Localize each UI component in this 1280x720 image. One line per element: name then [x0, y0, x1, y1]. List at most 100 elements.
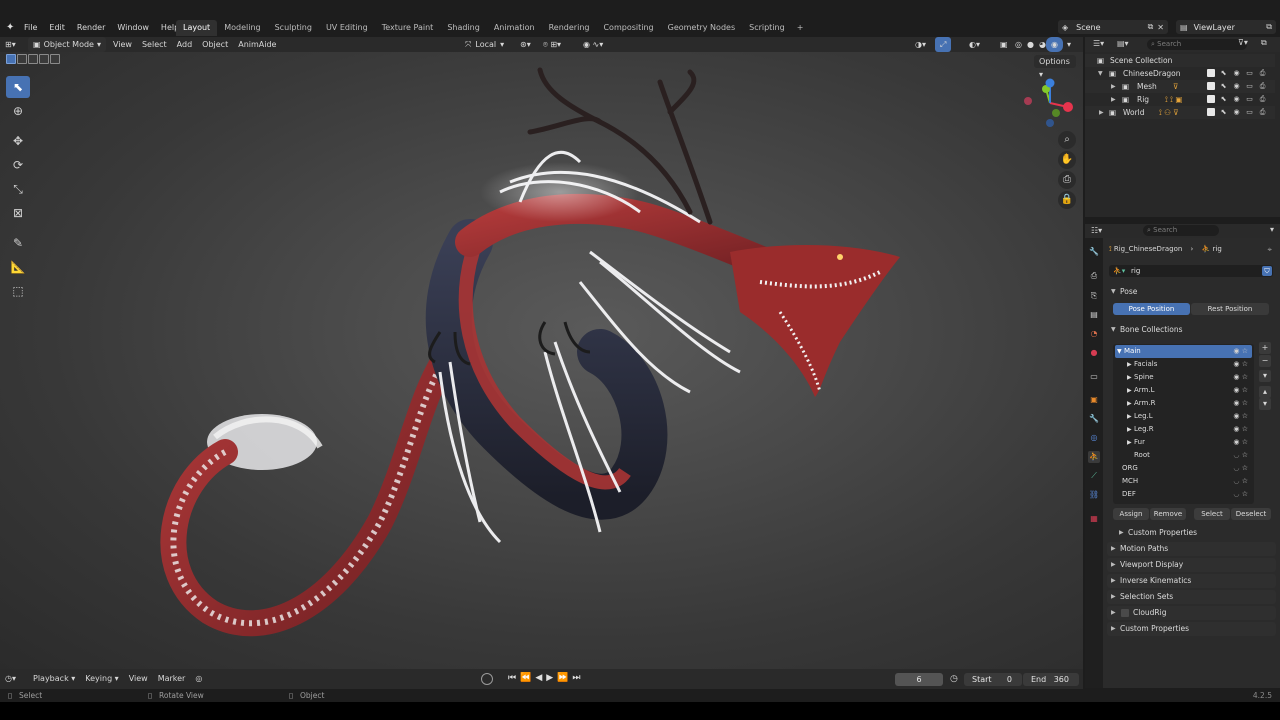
camera-icon[interactable]: ⎙ — [1058, 171, 1076, 189]
gizmo-x-axis[interactable] — [1063, 102, 1073, 112]
outliner-row-mesh[interactable]: ▶ ▣ Mesh ⊽ ⬉ ◉ ▭ ⎙ — [1085, 80, 1275, 93]
menu-edit[interactable]: Edit — [43, 20, 71, 36]
scene-tab-icon[interactable]: ◔ — [1088, 328, 1100, 340]
rest-position-button[interactable]: Rest Position — [1191, 303, 1269, 315]
remove-bone-collection-button[interactable]: − — [1259, 355, 1271, 367]
menu-marker[interactable]: Marker — [153, 669, 191, 689]
transform-tool-icon[interactable]: ⊠ — [6, 202, 30, 224]
chevron-right-icon[interactable]: ▶ — [1111, 80, 1116, 93]
play-reverse-icon[interactable]: ◀ — [535, 673, 542, 683]
select-invert-mode-icon[interactable] — [39, 54, 49, 64]
world-tab-icon[interactable]: ● — [1088, 347, 1100, 359]
fake-user-shield-icon[interactable]: ⛉ — [1262, 266, 1272, 276]
monitor-icon[interactable]: ▭ — [1245, 95, 1254, 103]
select-arrow-icon[interactable]: ⬉ — [1219, 108, 1228, 116]
eye-closed-icon[interactable]: ◡ — [1233, 490, 1239, 498]
jump-start-icon[interactable]: ⏮ — [508, 673, 516, 683]
eye-icon[interactable]: ◉ — [1233, 373, 1239, 381]
proportional-edit-icon[interactable]: ◉ ∿▾ — [578, 37, 608, 52]
filter-icon[interactable]: ⊽▾ — [1238, 38, 1248, 47]
armature-data-selector[interactable]: ⛹▾ rig ⛉ — [1109, 265, 1273, 277]
menu-object[interactable]: Object — [197, 37, 233, 52]
physics-tab-icon[interactable]: ◎ — [1088, 432, 1100, 444]
collection-tab-icon[interactable]: ▭ — [1088, 371, 1100, 383]
star-icon[interactable]: ☆ — [1242, 438, 1248, 446]
menu-playback[interactable]: Playback ▾ — [28, 669, 80, 689]
add-bone-collection-button[interactable]: + — [1259, 342, 1271, 354]
display-mode-icon[interactable]: ▤▾ — [1117, 39, 1129, 48]
menu-select[interactable]: Select — [137, 37, 172, 52]
outliner-row-world[interactable]: ▶ ▣ World ⟟ ⚇ ⊽ ⬉ ◉ ▭ ⎙ — [1085, 106, 1275, 119]
3d-viewport[interactable] — [0, 52, 1083, 669]
view-layer-tab-icon[interactable]: ▤ — [1088, 309, 1100, 321]
annotate-tool-icon[interactable]: ✎ — [6, 232, 30, 254]
scene-selector[interactable]: ◈ Scene ⧉ ✕ — [1058, 20, 1168, 34]
eye-closed-icon[interactable]: ◡ — [1233, 477, 1239, 485]
properties-search-input[interactable]: ⌕ Search — [1143, 225, 1219, 236]
eye-icon[interactable]: ◉ — [1232, 108, 1241, 116]
chevron-down-icon[interactable]: ▾ — [1270, 225, 1274, 234]
tab-layout[interactable]: Layout — [176, 20, 218, 36]
specials-menu-button[interactable]: ▾ — [1259, 370, 1271, 382]
texture-tab-icon[interactable]: ▦ — [1088, 513, 1100, 525]
list-item[interactable]: DEF ◡ ☆ — [1115, 488, 1252, 501]
jump-end-icon[interactable]: ⏭ — [572, 673, 580, 683]
outliner-row-scene-collection[interactable]: ▣ Scene Collection — [1085, 54, 1275, 67]
next-key-icon[interactable]: ⏩ — [557, 673, 568, 683]
pin-icon[interactable]: ⌖ — [1267, 245, 1272, 255]
bone-tab-icon[interactable]: ⟋ — [1088, 470, 1100, 482]
menu-file[interactable]: File — [18, 20, 43, 36]
object-tab-icon[interactable]: ▣ — [1088, 394, 1100, 406]
play-icon[interactable]: ▶ — [546, 673, 553, 683]
chevron-right-icon[interactable]: ▶ — [1099, 106, 1104, 119]
select-arrow-icon[interactable]: ⬉ — [1219, 95, 1228, 103]
tab-uv-editing[interactable]: UV Editing — [319, 20, 375, 36]
eye-icon[interactable]: ◉ — [1233, 438, 1239, 446]
star-icon[interactable]: ☆ — [1242, 360, 1248, 368]
move-up-button[interactable]: ▴ — [1259, 386, 1271, 398]
add-workspace-button[interactable]: + — [792, 20, 809, 36]
move-down-button[interactable]: ▾ — [1259, 398, 1271, 410]
outliner-row-chinesedragon[interactable]: ▼ ▣ ChineseDragon ⬉ ◉ ▭ ⎙ — [1085, 67, 1275, 80]
star-icon[interactable]: ☆ — [1242, 373, 1248, 381]
select-arrow-icon[interactable]: ⬉ — [1219, 69, 1228, 77]
rotate-tool-icon[interactable]: ⟳ — [6, 154, 30, 176]
assign-button[interactable]: Assign — [1113, 508, 1149, 520]
list-item[interactable]: ▼ Main ◉ ☆ — [1115, 345, 1252, 358]
end-frame-field[interactable]: End 360 — [1023, 673, 1079, 686]
tab-rendering[interactable]: Rendering — [542, 20, 597, 36]
pan-hand-icon[interactable]: ✋ — [1058, 151, 1076, 169]
eye-icon[interactable]: ◉ — [1233, 425, 1239, 433]
output-tab-icon[interactable]: ⎘ — [1088, 290, 1100, 302]
list-item[interactable]: ▶ Leg.R ◉ ☆ — [1115, 423, 1252, 436]
armature-data-tab-icon[interactable]: ⛹ — [1088, 451, 1100, 463]
tab-scripting[interactable]: Scripting — [742, 20, 792, 36]
cloudrig-checkbox[interactable] — [1121, 609, 1129, 617]
menu-animaide[interactable]: AnimAide — [233, 37, 281, 52]
tool-tab-icon[interactable]: 🔧 — [1088, 246, 1100, 258]
blender-logo-icon[interactable]: ✦ — [6, 22, 18, 34]
checkbox-icon[interactable] — [1207, 95, 1215, 103]
list-item[interactable]: ORG ◡ ☆ — [1115, 462, 1252, 475]
star-icon[interactable]: ☆ — [1242, 464, 1248, 472]
pose-section-header[interactable]: ▼ Pose — [1107, 285, 1276, 299]
current-frame-field[interactable]: 6 — [895, 673, 943, 686]
tab-texture-paint[interactable]: Texture Paint — [375, 20, 441, 36]
shading-options-icon[interactable]: ▾ — [1062, 37, 1076, 52]
render-tab-icon[interactable]: ⎙ — [1088, 270, 1100, 282]
menu-render[interactable]: Render — [71, 20, 111, 36]
shading-rendered-icon[interactable]: ◉ — [1046, 37, 1063, 52]
selection-sets-panel-header[interactable]: ▶ Selection Sets — [1107, 590, 1276, 604]
eye-icon[interactable]: ◉ — [1233, 412, 1239, 420]
tab-compositing[interactable]: Compositing — [596, 20, 660, 36]
checkbox-icon[interactable] — [1207, 108, 1215, 116]
add-cube-tool-icon[interactable]: ⬚ — [6, 280, 30, 302]
inverse-kinematics-panel-header[interactable]: ▶ Inverse Kinematics — [1107, 574, 1276, 588]
move-tool-icon[interactable]: ✥ — [6, 130, 30, 152]
measure-tool-icon[interactable]: 📐 — [6, 256, 30, 278]
chevron-down-icon[interactable]: ▼ — [1098, 67, 1103, 80]
timeline-editor-icon[interactable]: ◷▾ — [0, 669, 28, 689]
monitor-icon[interactable]: ▭ — [1245, 108, 1254, 116]
new-collection-icon[interactable]: ⧉ — [1261, 38, 1267, 48]
tab-sculpting[interactable]: Sculpting — [268, 20, 319, 36]
